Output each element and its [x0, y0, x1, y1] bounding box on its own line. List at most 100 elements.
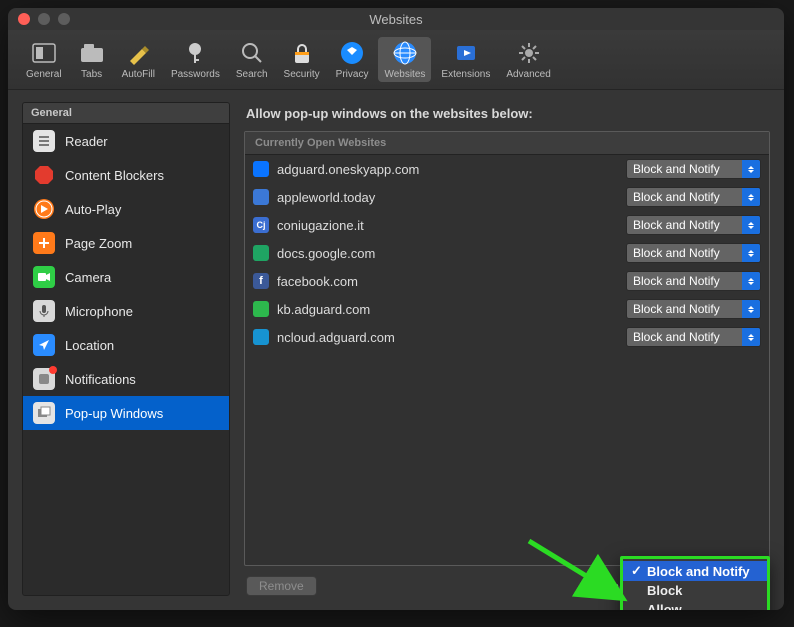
main-title: Allow pop-up windows on the websites bel…: [246, 106, 770, 121]
main-panel: Allow pop-up windows on the websites bel…: [244, 102, 770, 596]
default-policy-dropdown[interactable]: ✓Block and Notify Block Allow: [620, 556, 770, 610]
traffic-lights: [18, 13, 70, 25]
table-row[interactable]: docs.google.com Block and Notify: [245, 239, 769, 267]
sidebar-item-microphone[interactable]: Microphone: [23, 294, 229, 328]
sidebar-item-label: Reader: [65, 134, 108, 149]
security-icon: [288, 39, 316, 67]
remove-button[interactable]: Remove: [246, 576, 317, 596]
sidebar: General Reader Content Blockers Auto-Pla…: [22, 102, 230, 596]
sidebar-list: Reader Content Blockers Auto-Play Page Z…: [23, 124, 229, 595]
sidebar-item-notifications[interactable]: Notifications: [23, 362, 229, 396]
site-favicon: [253, 161, 269, 177]
toolbar-item-passwords[interactable]: Passwords: [165, 37, 226, 82]
row-policy-select[interactable]: Block and Notify: [626, 187, 761, 207]
general-icon: [30, 39, 58, 67]
titlebar: Websites: [8, 8, 784, 30]
dropdown-option[interactable]: Block: [623, 581, 767, 600]
select-arrows-icon: [742, 160, 760, 178]
site-favicon: [253, 329, 269, 345]
sidebar-item-label: Page Zoom: [65, 236, 132, 251]
sidebar-item-popup-windows[interactable]: Pop-up Windows: [23, 396, 229, 430]
tabs-icon: [78, 39, 106, 67]
toolbar-item-security[interactable]: Security: [278, 37, 326, 82]
close-button[interactable]: [18, 13, 30, 25]
popup-windows-icon: [33, 402, 55, 424]
minimize-button[interactable]: [38, 13, 50, 25]
page-zoom-icon: [33, 232, 55, 254]
site-name: docs.google.com: [277, 246, 618, 261]
site-name: facebook.com: [277, 274, 618, 289]
toolbar-item-websites[interactable]: Websites: [378, 37, 431, 82]
table-body: adguard.oneskyapp.com Block and Notify a…: [245, 155, 769, 565]
sidebar-item-reader[interactable]: Reader: [23, 124, 229, 158]
site-favicon: [253, 189, 269, 205]
toolbar-item-search[interactable]: Search: [230, 37, 274, 82]
site-favicon: Cj: [253, 217, 269, 233]
maximize-button[interactable]: [58, 13, 70, 25]
toolbar-item-privacy[interactable]: Privacy: [330, 37, 375, 82]
table-row[interactable]: appleworld.today Block and Notify: [245, 183, 769, 211]
toolbar-item-autofill[interactable]: AutoFill: [116, 37, 161, 82]
sidebar-header: General: [23, 103, 229, 124]
site-name: adguard.oneskyapp.com: [277, 162, 618, 177]
table-row[interactable]: adguard.oneskyapp.com Block and Notify: [245, 155, 769, 183]
sidebar-item-camera[interactable]: Camera: [23, 260, 229, 294]
sidebar-item-location[interactable]: Location: [23, 328, 229, 362]
advanced-icon: [515, 39, 543, 67]
select-arrows-icon: [742, 244, 760, 262]
sidebar-item-label: Notifications: [65, 372, 136, 387]
sidebar-item-auto-play[interactable]: Auto-Play: [23, 192, 229, 226]
site-name: kb.adguard.com: [277, 302, 618, 317]
select-arrows-icon: [742, 272, 760, 290]
microphone-icon: [33, 300, 55, 322]
window-title: Websites: [8, 12, 784, 27]
table-row[interactable]: kb.adguard.com Block and Notify: [245, 295, 769, 323]
footer-bar: Remove When visiting other websites: ✓Bl…: [244, 566, 770, 596]
toolbar: General Tabs AutoFill Passwords Search S…: [8, 30, 784, 90]
select-arrows-icon: [742, 328, 760, 346]
row-policy-select[interactable]: Block and Notify: [626, 271, 761, 291]
passwords-icon: [181, 39, 209, 67]
location-icon: [33, 334, 55, 356]
content-area: General Reader Content Blockers Auto-Pla…: [8, 90, 784, 610]
checkmark-icon: ✓: [631, 563, 643, 579]
site-favicon: f: [253, 273, 269, 289]
row-policy-select[interactable]: Block and Notify: [626, 215, 761, 235]
site-name: appleworld.today: [277, 190, 618, 205]
extensions-icon: [452, 39, 480, 67]
toolbar-item-general[interactable]: General: [20, 37, 68, 82]
reader-icon: [33, 130, 55, 152]
content-blockers-icon: [33, 164, 55, 186]
table-row[interactable]: Cj coniugazione.it Block and Notify: [245, 211, 769, 239]
table-section-header: Currently Open Websites: [245, 132, 769, 155]
row-policy-select[interactable]: Block and Notify: [626, 159, 761, 179]
websites-icon: [391, 39, 419, 67]
toolbar-item-tabs[interactable]: Tabs: [72, 37, 112, 82]
dropdown-option[interactable]: Allow: [623, 600, 767, 610]
sidebar-item-content-blockers[interactable]: Content Blockers: [23, 158, 229, 192]
camera-icon: [33, 266, 55, 288]
sidebar-item-label: Content Blockers: [65, 168, 164, 183]
row-policy-select[interactable]: Block and Notify: [626, 299, 761, 319]
toolbar-item-advanced[interactable]: Advanced: [500, 37, 556, 82]
site-favicon: [253, 245, 269, 261]
row-policy-select[interactable]: Block and Notify: [626, 327, 761, 347]
select-arrows-icon: [742, 188, 760, 206]
select-arrows-icon: [742, 216, 760, 234]
sidebar-item-label: Microphone: [65, 304, 133, 319]
table-row[interactable]: f facebook.com Block and Notify: [245, 267, 769, 295]
site-name: ncloud.adguard.com: [277, 330, 618, 345]
sidebar-item-label: Auto-Play: [65, 202, 121, 217]
site-favicon: [253, 301, 269, 317]
site-name: coniugazione.it: [277, 218, 618, 233]
sidebar-item-label: Camera: [65, 270, 111, 285]
dropdown-option[interactable]: ✓Block and Notify: [623, 561, 767, 581]
table-row[interactable]: ncloud.adguard.com Block and Notify: [245, 323, 769, 351]
select-arrows-icon: [742, 300, 760, 318]
row-policy-select[interactable]: Block and Notify: [626, 243, 761, 263]
sidebar-item-label: Pop-up Windows: [65, 406, 163, 421]
sidebar-item-page-zoom[interactable]: Page Zoom: [23, 226, 229, 260]
auto-play-icon: [33, 198, 55, 220]
toolbar-item-extensions[interactable]: Extensions: [435, 37, 496, 82]
autofill-icon: [124, 39, 152, 67]
